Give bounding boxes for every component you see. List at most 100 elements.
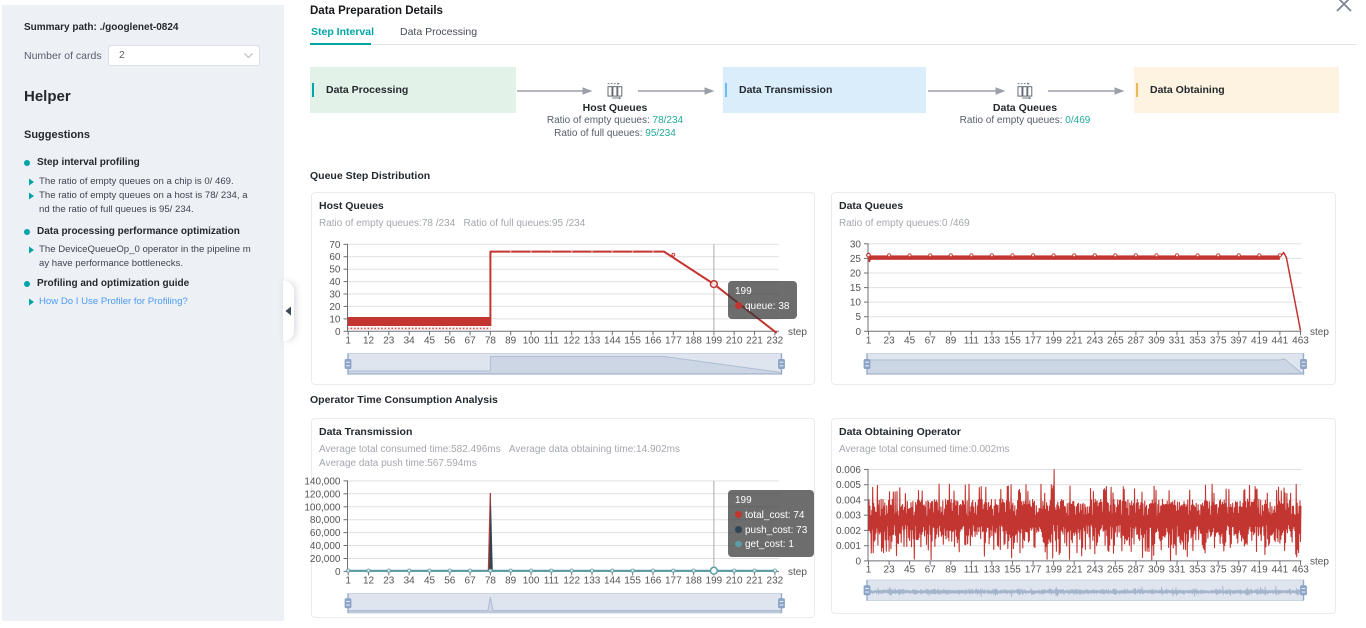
svg-text:89: 89 (505, 336, 517, 347)
svg-text:441: 441 (1272, 336, 1289, 347)
svg-text:0: 0 (855, 556, 861, 567)
svg-text:56: 56 (444, 576, 456, 587)
svg-text:120,000: 120,000 (304, 489, 341, 500)
svg-text:397: 397 (1230, 336, 1247, 347)
svg-text:step: step (1310, 557, 1329, 568)
svg-text:375: 375 (1210, 336, 1227, 347)
svg-text:1: 1 (345, 336, 351, 347)
svg-text:0.004: 0.004 (836, 496, 861, 507)
svg-text:287: 287 (1128, 565, 1145, 576)
svg-text:100: 100 (523, 336, 540, 347)
svg-text:30: 30 (850, 239, 862, 250)
svg-text:122: 122 (563, 576, 580, 587)
svg-text:309: 309 (1148, 565, 1165, 576)
svg-text:221: 221 (746, 576, 763, 587)
svg-text:441: 441 (1272, 565, 1289, 576)
svg-text:265: 265 (1107, 565, 1124, 576)
svg-text:100,000: 100,000 (304, 502, 341, 513)
svg-text:210: 210 (726, 576, 743, 587)
svg-text:188: 188 (685, 576, 702, 587)
svg-text:56: 56 (444, 336, 456, 347)
svg-text:23: 23 (884, 565, 896, 576)
svg-text:67: 67 (925, 336, 937, 347)
svg-text:265: 265 (1107, 336, 1124, 347)
svg-text:375: 375 (1210, 565, 1227, 576)
svg-text:144: 144 (604, 336, 621, 347)
svg-text:1: 1 (866, 565, 872, 576)
svg-text:34: 34 (404, 576, 416, 587)
svg-text:23: 23 (884, 336, 896, 347)
svg-text:50: 50 (329, 265, 341, 276)
svg-text:463: 463 (1292, 565, 1309, 576)
svg-text:419: 419 (1251, 336, 1268, 347)
svg-text:463: 463 (1292, 336, 1309, 347)
svg-text:221: 221 (1066, 565, 1083, 576)
svg-text:45: 45 (904, 565, 916, 576)
svg-text:0.003: 0.003 (836, 511, 861, 522)
svg-text:140,000: 140,000 (304, 476, 341, 487)
svg-text:10: 10 (329, 314, 341, 325)
svg-text:419: 419 (1251, 565, 1268, 576)
svg-text:221: 221 (746, 336, 763, 347)
svg-text:45: 45 (424, 576, 436, 587)
svg-text:155: 155 (1004, 336, 1021, 347)
svg-text:34: 34 (404, 336, 416, 347)
svg-text:221: 221 (1066, 336, 1083, 347)
svg-text:25: 25 (850, 254, 862, 265)
svg-text:166: 166 (645, 336, 662, 347)
svg-text:353: 353 (1189, 336, 1206, 347)
svg-text:133: 133 (584, 336, 601, 347)
svg-text:45: 45 (424, 336, 436, 347)
svg-text:45: 45 (904, 336, 916, 347)
svg-text:0: 0 (335, 567, 341, 578)
svg-text:199: 199 (706, 336, 723, 347)
svg-text:0: 0 (855, 327, 861, 338)
svg-text:155: 155 (624, 336, 641, 347)
svg-text:5: 5 (855, 312, 861, 323)
svg-text:89: 89 (945, 565, 957, 576)
svg-text:60: 60 (329, 252, 341, 263)
svg-text:23: 23 (383, 576, 395, 587)
svg-text:188: 188 (685, 336, 702, 347)
svg-text:111: 111 (964, 336, 980, 347)
svg-text:40,000: 40,000 (310, 541, 341, 552)
svg-text:177: 177 (665, 576, 682, 587)
svg-text:10: 10 (850, 298, 862, 309)
svg-text:80,000: 80,000 (310, 515, 341, 526)
svg-text:1: 1 (866, 336, 872, 347)
svg-text:100: 100 (523, 576, 540, 587)
svg-text:78: 78 (485, 576, 497, 587)
svg-text:232: 232 (767, 336, 784, 347)
svg-text:89: 89 (505, 576, 517, 587)
svg-text:23: 23 (383, 336, 395, 347)
svg-text:step: step (1310, 327, 1329, 338)
svg-text:353: 353 (1189, 565, 1206, 576)
svg-text:67: 67 (465, 336, 477, 347)
svg-text:step: step (788, 327, 807, 338)
svg-text:0.005: 0.005 (836, 480, 861, 491)
svg-text:177: 177 (1025, 565, 1042, 576)
svg-text:210: 210 (726, 336, 743, 347)
svg-text:20: 20 (329, 302, 341, 313)
svg-text:89: 89 (945, 336, 957, 347)
svg-text:177: 177 (665, 336, 682, 347)
svg-text:67: 67 (465, 576, 477, 587)
svg-text:30: 30 (329, 290, 341, 301)
svg-text:232: 232 (767, 576, 784, 587)
svg-text:111: 111 (964, 565, 980, 576)
svg-text:243: 243 (1086, 336, 1103, 347)
svg-text:12: 12 (363, 576, 375, 587)
svg-text:60,000: 60,000 (310, 528, 341, 539)
svg-text:15: 15 (850, 283, 862, 294)
svg-text:20: 20 (850, 269, 862, 280)
svg-text:111: 111 (544, 336, 560, 347)
svg-text:133: 133 (584, 576, 601, 587)
svg-text:397: 397 (1230, 565, 1247, 576)
svg-text:0.002: 0.002 (836, 526, 861, 537)
svg-text:step: step (788, 567, 807, 578)
svg-text:0.006: 0.006 (836, 465, 861, 476)
svg-text:166: 166 (645, 576, 662, 587)
svg-text:133: 133 (984, 336, 1001, 347)
svg-text:331: 331 (1169, 336, 1186, 347)
svg-text:70: 70 (329, 240, 341, 251)
